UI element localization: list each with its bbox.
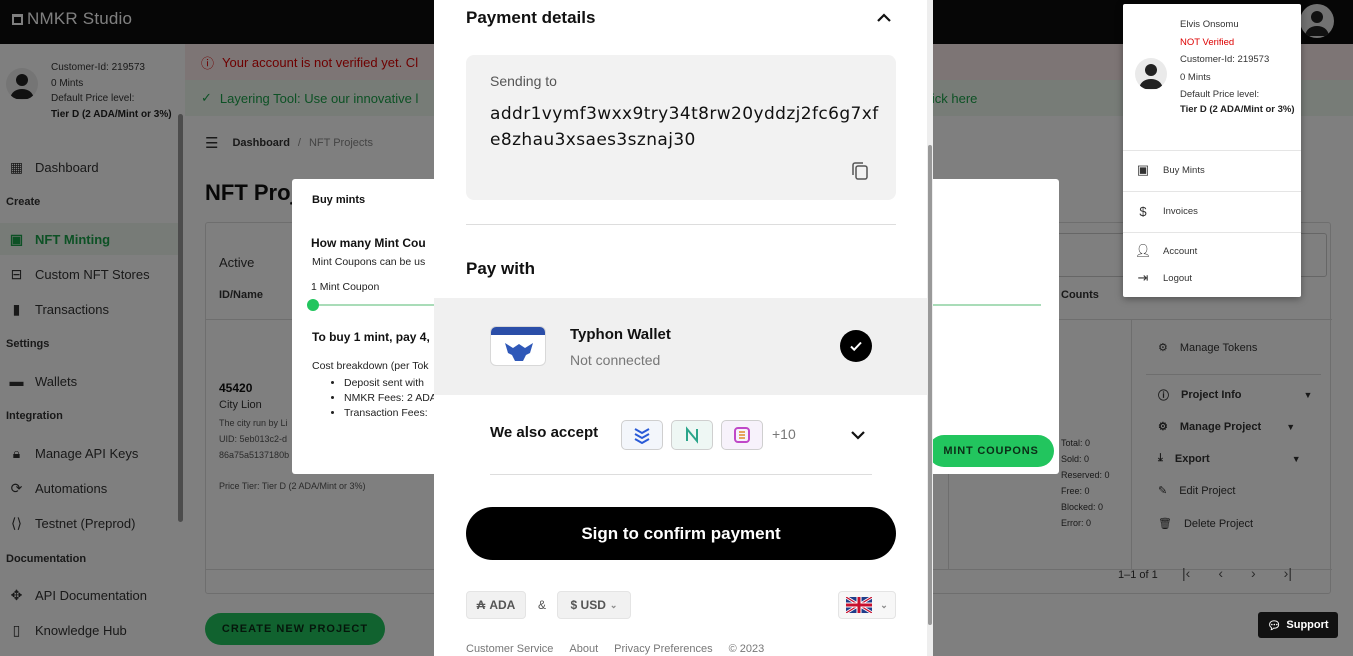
divider	[466, 224, 896, 225]
wallet-option-typhon[interactable]: Typhon Wallet Not connected	[434, 298, 927, 395]
price-level-value: Tier D (2 ADA/Mint or 3%)	[1180, 103, 1295, 115]
list-item: Transaction Fees:	[344, 406, 437, 421]
wallet-logo-icon[interactable]	[621, 420, 663, 450]
chevron-up-icon[interactable]	[874, 8, 894, 28]
ada-icon: ₳	[476, 598, 486, 612]
divider	[1123, 150, 1301, 151]
check-icon	[840, 330, 872, 362]
menu-item-account[interactable]: 👤︎ Account	[1134, 241, 1198, 261]
payment-footer: Customer Service About Privacy Preferenc…	[466, 643, 764, 655]
chevron-down-icon[interactable]	[848, 425, 868, 445]
list-item: Deposit sent with	[344, 376, 437, 391]
uk-flag-icon	[846, 597, 873, 613]
pay-with-heading: Pay with	[466, 259, 535, 278]
coupon-count: 1 Mint Coupon	[311, 281, 380, 293]
more-wallets-count: +10	[772, 426, 796, 442]
account-menu: Elvis Onsomu NOT Verified Customer-Id: 2…	[1123, 4, 1301, 297]
cost-breakdown-label: Cost breakdown (per Tok	[312, 360, 429, 372]
customer-service-link[interactable]: Customer Service	[466, 643, 553, 655]
privacy-preferences-link[interactable]: Privacy Preferences	[614, 643, 712, 655]
menu-item-label: Logout	[1163, 272, 1193, 284]
price-level-label: Default Price level:	[1180, 89, 1260, 100]
divider	[490, 474, 872, 475]
copyright: © 2023	[728, 643, 765, 655]
currency-separator: &	[538, 598, 547, 612]
user-name: Elvis Onsomu	[1180, 19, 1239, 30]
support-button[interactable]: 💬︎ Support	[1258, 612, 1338, 638]
support-label: Support	[1286, 619, 1329, 631]
eternl-wallet-icon[interactable]	[721, 420, 763, 450]
sign-confirm-payment-button[interactable]: Sign to confirm payment	[466, 507, 896, 560]
sending-to-label: Sending to	[490, 73, 557, 89]
list-item: NMKR Fees: 2 ADA	[344, 391, 437, 406]
mint-coupons-button[interactable]: MINT COUPONS	[928, 435, 1054, 467]
menu-item-label: Buy Mints	[1163, 164, 1205, 176]
currency-label: ADA	[489, 598, 516, 612]
dialog-title: Buy mints	[312, 194, 366, 206]
mints-count: 0 Mints	[1180, 71, 1211, 83]
verification-status: NOT Verified	[1180, 36, 1235, 48]
currency-label: $ USD	[570, 598, 606, 612]
also-accept-label: We also accept	[490, 424, 599, 441]
recipient-address: addr1vymf3wxx9try34t8rw20yddzj2fc6g7xfe8…	[490, 104, 879, 150]
user-icon: 👤︎	[1134, 243, 1152, 258]
menu-item-buy-mints[interactable]: ▣ Buy Mints	[1135, 160, 1205, 180]
mint-subtitle: Mint Coupons can be us	[312, 256, 426, 268]
typhon-wallet-icon	[490, 326, 546, 366]
user-icon	[1139, 64, 1163, 89]
wallet-name: Typhon Wallet	[570, 326, 671, 343]
chevron-down-icon: ⌄	[609, 599, 618, 610]
avatar	[1135, 58, 1167, 90]
about-link[interactable]: About	[569, 643, 598, 655]
menu-item-label: Invoices	[1163, 205, 1198, 217]
logout-icon: ⇥	[1137, 270, 1149, 285]
dollar-icon: $	[1139, 203, 1147, 219]
recipient-address-box: Sending to addr1vymf3wxx9try34t8rw20yddz…	[466, 55, 896, 200]
menu-item-logout[interactable]: ⇥ Logout	[1135, 268, 1193, 288]
cost-breakdown-list: Deposit sent with NMKR Fees: 2 ADA Trans…	[344, 376, 437, 421]
payment-details-title: Payment details	[466, 8, 596, 27]
menu-item-invoices[interactable]: $ Invoices	[1135, 201, 1198, 221]
divider	[1123, 232, 1301, 233]
currency-usd-select[interactable]: $ USD ⌄	[557, 591, 631, 619]
buy-summary: To buy 1 mint, pay 4,	[312, 330, 430, 344]
wallet-icon: ▣	[1136, 162, 1150, 177]
copy-icon[interactable]	[850, 161, 870, 181]
coupon-slider-handle[interactable]	[307, 299, 319, 311]
payment-panel: Payment details Sending to addr1vymf3wxx…	[434, 0, 933, 656]
language-select[interactable]: ⌄	[838, 591, 896, 619]
menu-item-label: Account	[1163, 245, 1198, 257]
mint-question: How many Mint Cou	[311, 236, 426, 250]
chat-icon: 💬︎	[1267, 619, 1282, 632]
chevron-down-icon: ⌄	[880, 599, 888, 610]
currency-ada-toggle[interactable]: ₳ ADA	[466, 591, 526, 619]
nami-wallet-icon[interactable]	[671, 420, 713, 450]
scrollbar-thumb[interactable]	[928, 145, 932, 625]
divider	[1123, 191, 1301, 192]
customer-id: Customer-Id: 219573	[1180, 54, 1270, 65]
wallet-status: Not connected	[570, 352, 661, 368]
